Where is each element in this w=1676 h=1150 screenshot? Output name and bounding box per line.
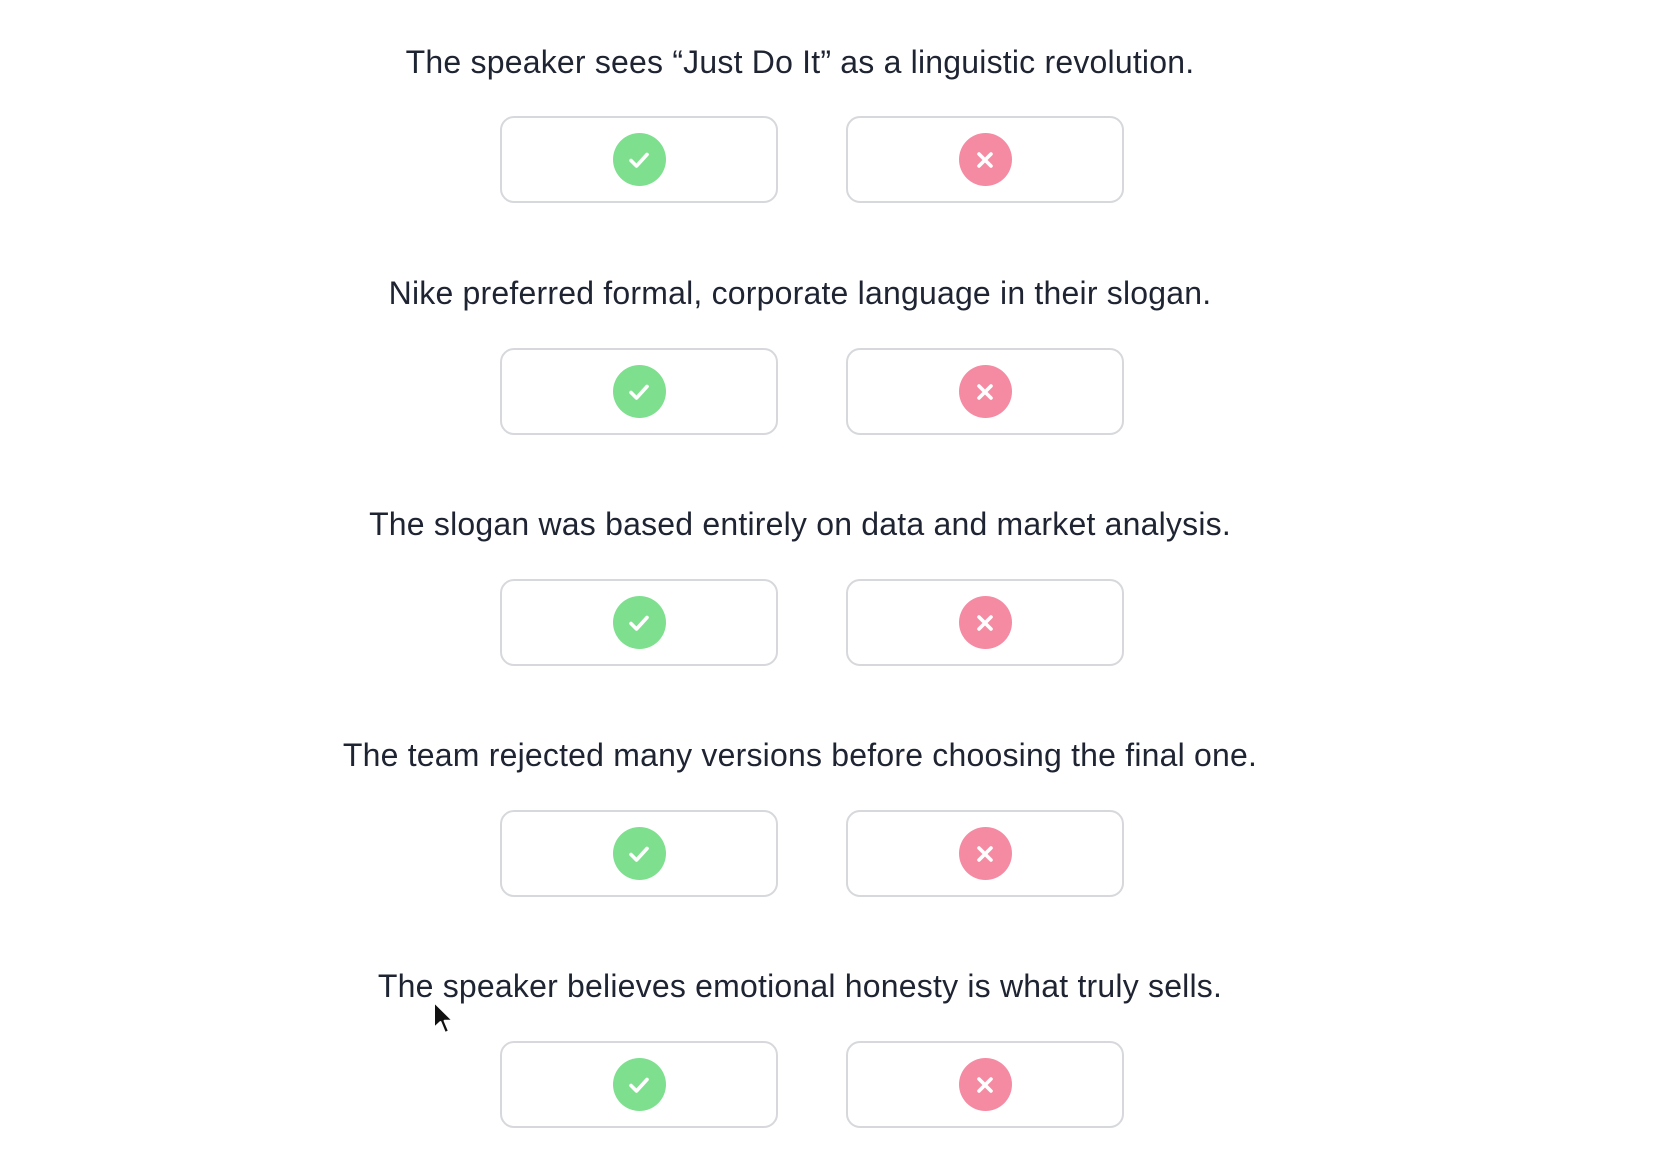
check-icon <box>612 596 666 649</box>
question-text: The speaker believes emotional honesty i… <box>377 968 1223 1004</box>
mouse-cursor-icon <box>433 1001 454 1034</box>
check-icon <box>612 365 666 418</box>
cross-icon <box>958 365 1012 418</box>
question-text: Nike preferred formal, corporate languag… <box>388 275 1212 311</box>
true-button[interactable] <box>500 348 778 435</box>
cross-icon <box>958 1058 1012 1111</box>
true-button[interactable] <box>500 116 778 203</box>
true-button[interactable] <box>500 579 778 666</box>
false-button[interactable] <box>846 579 1124 666</box>
false-button[interactable] <box>846 1041 1124 1128</box>
true-button[interactable] <box>500 1041 778 1128</box>
cross-icon <box>958 133 1012 186</box>
check-icon <box>612 133 666 186</box>
question-text: The team rejected many versions before c… <box>342 737 1258 773</box>
true-button[interactable] <box>500 810 778 897</box>
check-icon <box>612 827 666 880</box>
cross-icon <box>958 827 1012 880</box>
question-text: The slogan was based entirely on data an… <box>369 506 1231 542</box>
false-button[interactable] <box>846 116 1124 203</box>
false-button[interactable] <box>846 810 1124 897</box>
cross-icon <box>958 596 1012 649</box>
question-text: The speaker sees “Just Do It” as a lingu… <box>405 44 1195 80</box>
check-icon <box>612 1058 666 1111</box>
false-button[interactable] <box>846 348 1124 435</box>
